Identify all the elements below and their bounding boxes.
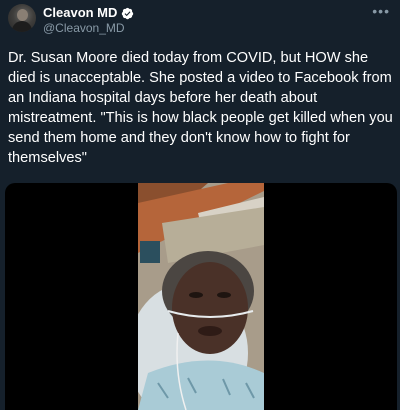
video-frame[interactable] bbox=[138, 183, 264, 410]
author-handle[interactable]: @Cleavon_MD bbox=[43, 21, 125, 36]
tweet-text: Dr. Susan Moore died today from COVID, b… bbox=[8, 50, 393, 166]
verified-badge-icon bbox=[122, 7, 134, 19]
author-name-row[interactable]: Cleavon MD bbox=[43, 5, 134, 21]
avatar[interactable] bbox=[8, 4, 36, 32]
tweet-header: Cleavon MD @Cleavon_MD ••• bbox=[0, 0, 400, 44]
video-thumbnail bbox=[138, 183, 264, 410]
author-display-name[interactable]: Cleavon MD bbox=[43, 5, 117, 21]
more-icon[interactable]: ••• bbox=[372, 4, 390, 18]
tweet-video[interactable] bbox=[5, 183, 397, 410]
